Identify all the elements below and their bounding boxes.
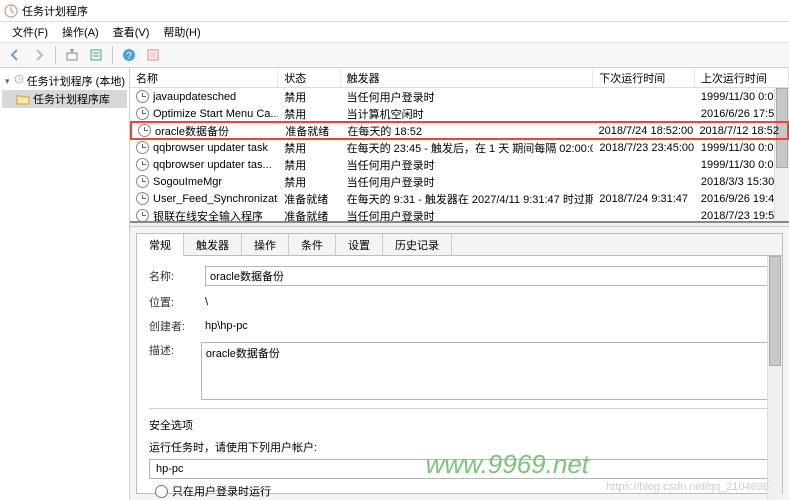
tree-root-label: 任务计划程序 (本地) [27, 73, 125, 89]
window-title: 任务计划程序 [22, 3, 88, 19]
task-icon [136, 175, 149, 188]
menu-bar: 文件(F) 操作(A) 查看(V) 帮助(H) [0, 22, 789, 42]
task-icon [136, 107, 149, 120]
task-list: 名称 状态 触发器 下次运行时间 上次运行时间 javaupdatesched禁… [130, 68, 789, 223]
col-triggers[interactable]: 触发器 [341, 68, 594, 87]
security-title: 安全选项 [149, 417, 770, 433]
app-icon [4, 4, 18, 18]
task-icon [136, 209, 149, 221]
col-next[interactable]: 下次运行时间 [593, 68, 695, 87]
menu-view[interactable]: 查看(V) [107, 22, 156, 42]
folder-icon [16, 92, 30, 106]
tree-library[interactable]: 任务计划程序库 [2, 90, 127, 108]
radio-logged-on[interactable] [155, 485, 168, 498]
tab-settings[interactable]: 设置 [336, 234, 383, 256]
task-icon [136, 158, 149, 171]
table-row[interactable]: SogouImeMgr禁用当任何用户登录时2018/3/3 15:30 [130, 173, 789, 190]
menu-file[interactable]: 文件(F) [6, 22, 54, 42]
tab-history[interactable]: 历史记录 [383, 234, 452, 256]
account-box: hp-pc [149, 459, 770, 479]
back-button[interactable] [4, 44, 26, 66]
label-name: 名称: [149, 268, 197, 284]
table-row[interactable]: Optimize Start Menu Ca...禁用当计算机空闲时2016/6… [130, 105, 789, 122]
properties-button[interactable] [85, 44, 107, 66]
tree-library-label: 任务计划程序库 [33, 91, 110, 107]
col-last[interactable]: 上次运行时间 [695, 68, 789, 87]
label-desc: 描述: [149, 342, 193, 358]
label-author: 创建者: [149, 318, 197, 334]
tab-strip: 常规 触发器 操作 条件 设置 历史记录 [137, 234, 782, 256]
col-status[interactable]: 状态 [278, 68, 340, 87]
task-icon [136, 141, 149, 154]
tree-sidebar: ▾ 任务计划程序 (本地) 任务计划程序库 [0, 68, 130, 500]
title-bar: 任务计划程序 [0, 0, 789, 22]
tab-conditions[interactable]: 条件 [289, 234, 336, 256]
help-button[interactable]: ? [118, 44, 140, 66]
detail-pane: 常规 触发器 操作 条件 设置 历史记录 名称: 位置: \ [130, 227, 789, 500]
table-row[interactable]: javaupdatesched禁用当任何用户登录时1999/11/30 0:00 [130, 88, 789, 105]
task-icon [136, 90, 149, 103]
table-row[interactable]: 银联在线安全输入程序准备就绪当任何用户登录时2018/7/23 19:54 [130, 207, 789, 221]
watermark-csdn: https://blog.csdn.net/qq_2104696 [606, 481, 769, 493]
menu-action[interactable]: 操作(A) [56, 22, 105, 42]
col-name[interactable]: 名称 [130, 68, 278, 87]
tab-container: 常规 触发器 操作 条件 设置 历史记录 名称: 位置: \ [136, 233, 783, 494]
forward-button[interactable] [28, 44, 50, 66]
tab-general[interactable]: 常规 [137, 234, 184, 256]
list-header: 名称 状态 触发器 下次运行时间 上次运行时间 [130, 68, 789, 88]
content-area: 名称 状态 触发器 下次运行时间 上次运行时间 javaupdatesched禁… [130, 68, 789, 500]
tab-general-pane: 名称: 位置: \ 创建者: hp\hp-pc 描述: [137, 256, 782, 500]
list-scrollbar[interactable] [774, 88, 789, 221]
toolbar: ? [0, 42, 789, 68]
table-row[interactable]: oracle数据备份准备就绪在每天的 18:522018/7/24 18:52:… [130, 121, 789, 140]
svg-text:?: ? [126, 51, 132, 62]
author-value: hp\hp-pc [205, 320, 248, 332]
expand-icon[interactable]: ▾ [4, 76, 11, 87]
main-area: ▾ 任务计划程序 (本地) 任务计划程序库 名称 状态 触发器 下次运行时间 上… [0, 68, 789, 500]
list-body: javaupdatesched禁用当任何用户登录时1999/11/30 0:00… [130, 88, 789, 221]
label-location: 位置: [149, 294, 197, 310]
scheduler-icon [14, 74, 24, 88]
tab-actions[interactable]: 操作 [242, 234, 289, 256]
task-icon [136, 192, 149, 205]
location-value: \ [205, 296, 208, 308]
table-row[interactable]: User_Feed_Synchronizati...准备就绪在每天的 9:31 … [130, 190, 789, 207]
detail-scrollbar[interactable] [767, 256, 782, 500]
desc-field[interactable] [201, 342, 770, 400]
tab-triggers[interactable]: 触发器 [184, 234, 242, 256]
task-icon [138, 124, 151, 137]
name-field[interactable] [205, 266, 770, 286]
up-button[interactable] [61, 44, 83, 66]
refresh-button[interactable] [142, 44, 164, 66]
radio-logged-on-label: 只在用户登录时运行 [172, 483, 271, 499]
tree-root[interactable]: ▾ 任务计划程序 (本地) [2, 72, 127, 90]
menu-help[interactable]: 帮助(H) [157, 22, 206, 42]
table-row[interactable]: qqbrowser updater tas...禁用当任何用户登录时1999/1… [130, 156, 789, 173]
table-row[interactable]: qqbrowser updater task禁用在每天的 23:45 - 触发后… [130, 139, 789, 156]
security-run-as-label: 运行任务时，请使用下列用户帐户: [149, 439, 770, 455]
